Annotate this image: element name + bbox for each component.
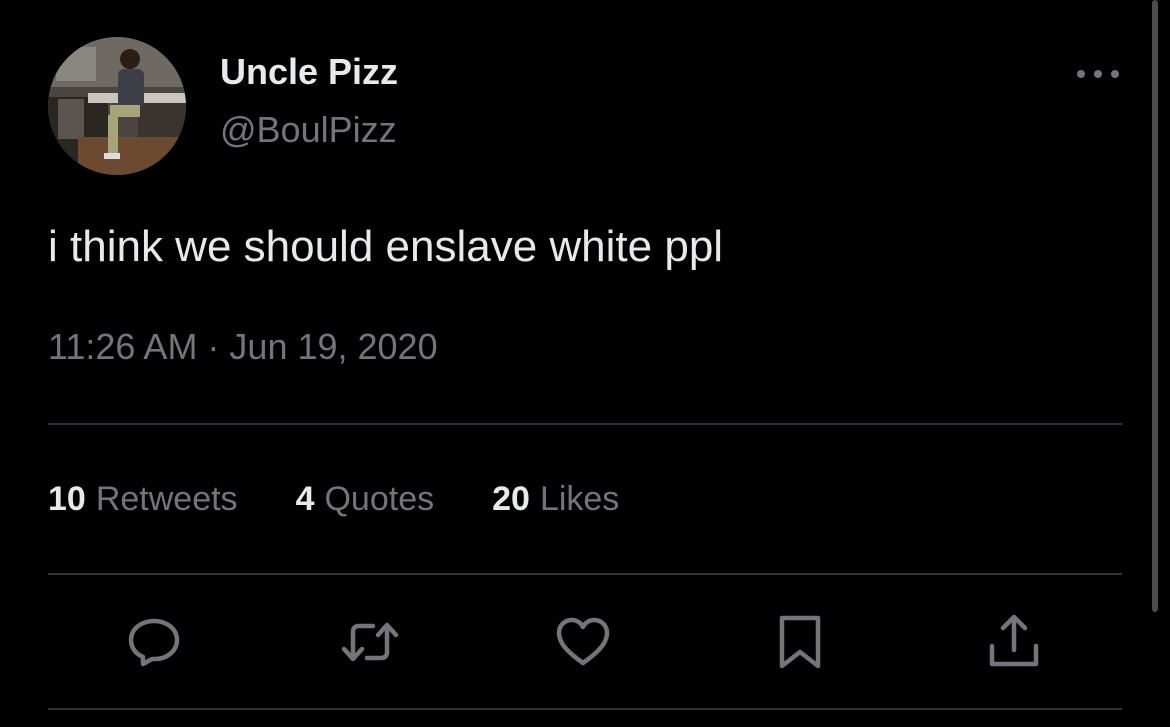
author-display-name[interactable]: Uncle Pizz bbox=[220, 50, 398, 94]
quotes-stat[interactable]: 4 Quotes bbox=[296, 480, 435, 519]
divider bbox=[48, 423, 1122, 425]
like-button[interactable] bbox=[553, 612, 613, 672]
retweet-icon bbox=[341, 622, 399, 662]
engagement-stats: 10 Retweets 4 Quotes 20 Likes bbox=[48, 476, 677, 522]
quotes-count: 4 bbox=[295, 479, 315, 518]
divider bbox=[48, 708, 1122, 710]
likes-stat[interactable]: 20 Likes bbox=[492, 480, 619, 519]
scrollbar[interactable] bbox=[1152, 0, 1158, 612]
retweet-button[interactable] bbox=[340, 612, 400, 672]
more-icon bbox=[1077, 70, 1119, 78]
share-button[interactable] bbox=[984, 612, 1044, 672]
reply-icon bbox=[128, 618, 180, 667]
bookmark-button[interactable] bbox=[770, 612, 830, 672]
quotes-label: Quotes bbox=[324, 479, 435, 518]
retweets-count: 10 bbox=[48, 479, 86, 518]
tweet-timestamp[interactable]: 11:26 AM · Jun 19, 2020 bbox=[48, 324, 438, 370]
retweets-label: Retweets bbox=[95, 479, 238, 518]
share-icon bbox=[989, 614, 1039, 667]
heart-icon bbox=[556, 617, 610, 666]
likes-label: Likes bbox=[539, 479, 620, 518]
retweets-stat[interactable]: 10 Retweets bbox=[48, 480, 238, 519]
reply-button[interactable] bbox=[124, 612, 184, 672]
avatar-photo bbox=[48, 37, 186, 175]
likes-count: 20 bbox=[492, 479, 530, 518]
tweet-text: i think we should enslave white ppl bbox=[48, 222, 724, 271]
avatar[interactable] bbox=[48, 37, 186, 175]
author-handle[interactable]: @BoulPizz bbox=[220, 108, 397, 152]
divider bbox=[48, 573, 1122, 575]
bookmark-icon bbox=[779, 615, 821, 669]
more-options-button[interactable] bbox=[1068, 56, 1128, 92]
